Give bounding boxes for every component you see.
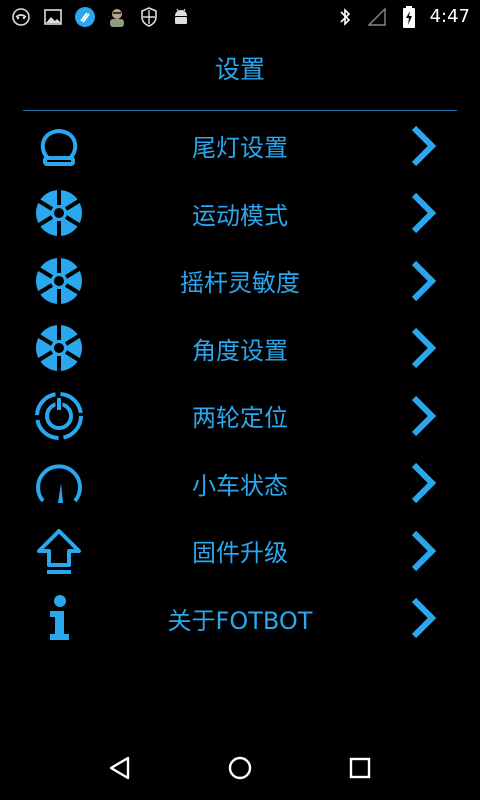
back-icon [109,756,130,780]
chevron-right-icon [406,326,440,370]
status-system: 4:47 [334,5,470,28]
menu-item-label: 关于FOTBOT [167,606,313,635]
menu-item-about[interactable]: 关于FOTBOT [0,585,480,653]
menu-item-taillight[interactable]: 尾灯设置 [0,112,480,180]
menu-item-label: 运动模式 [192,201,288,230]
mask-icon [10,6,32,28]
menu-item-label: 两轮定位 [192,404,288,433]
menu-item-vehicle-status[interactable]: 小车状态 [0,450,480,518]
recents-icon [349,757,371,779]
image-icon [42,6,64,28]
taillight-icon [33,120,85,172]
chevron-right-icon [406,529,440,573]
menu-item-label: 小车状态 [192,471,288,500]
upload-arrow-icon [33,525,85,577]
android-icon [170,6,192,28]
menu-item-motion-mode[interactable]: 运动模式 [0,180,480,248]
wheel-icon [33,322,85,374]
shield-icon [138,6,160,28]
chevron-right-icon [406,394,440,438]
home-button[interactable] [216,744,264,792]
menu-item-angle-settings[interactable]: 角度设置 [0,315,480,383]
chevron-right-icon [406,259,440,303]
menu-item-label: 摇杆灵敏度 [180,269,300,298]
info-icon [33,592,85,644]
page-title: 设置 [214,55,265,84]
back-button[interactable] [96,744,144,792]
menu-item-joystick-sensitivity[interactable]: 摇杆灵敏度 [0,247,480,315]
recents-button[interactable] [336,744,384,792]
settings-menu: 尾灯设置 运动模式 摇杆灵敏度 角度设置 两轮定位 小车状态 固件升级 关于FO… [0,112,480,652]
power-ring-icon [33,390,85,442]
menu-item-label: 固件升级 [192,539,288,568]
header-divider [23,110,457,111]
chevron-right-icon [406,191,440,235]
battery-charging-icon [398,5,420,28]
gauge-icon [33,457,85,509]
status-bar: 4:47 [0,0,480,33]
signal-icon [366,6,388,28]
chevron-right-icon [406,596,440,640]
menu-item-wheel-positioning[interactable]: 两轮定位 [0,382,480,450]
status-notifications [10,6,192,28]
cleaner-icon [74,6,96,28]
menu-item-label: 角度设置 [192,336,288,365]
menu-item-label: 尾灯设置 [192,134,288,163]
bluetooth-icon [334,6,356,28]
wheel-icon [33,187,85,239]
navigation-bar [0,736,480,800]
avatar-icon [106,6,128,28]
wheel-icon [33,255,85,307]
clock: 4:47 [429,6,470,27]
menu-item-firmware-upgrade[interactable]: 固件升级 [0,517,480,585]
home-icon [228,756,252,780]
chevron-right-icon [406,461,440,505]
chevron-right-icon [406,124,440,168]
